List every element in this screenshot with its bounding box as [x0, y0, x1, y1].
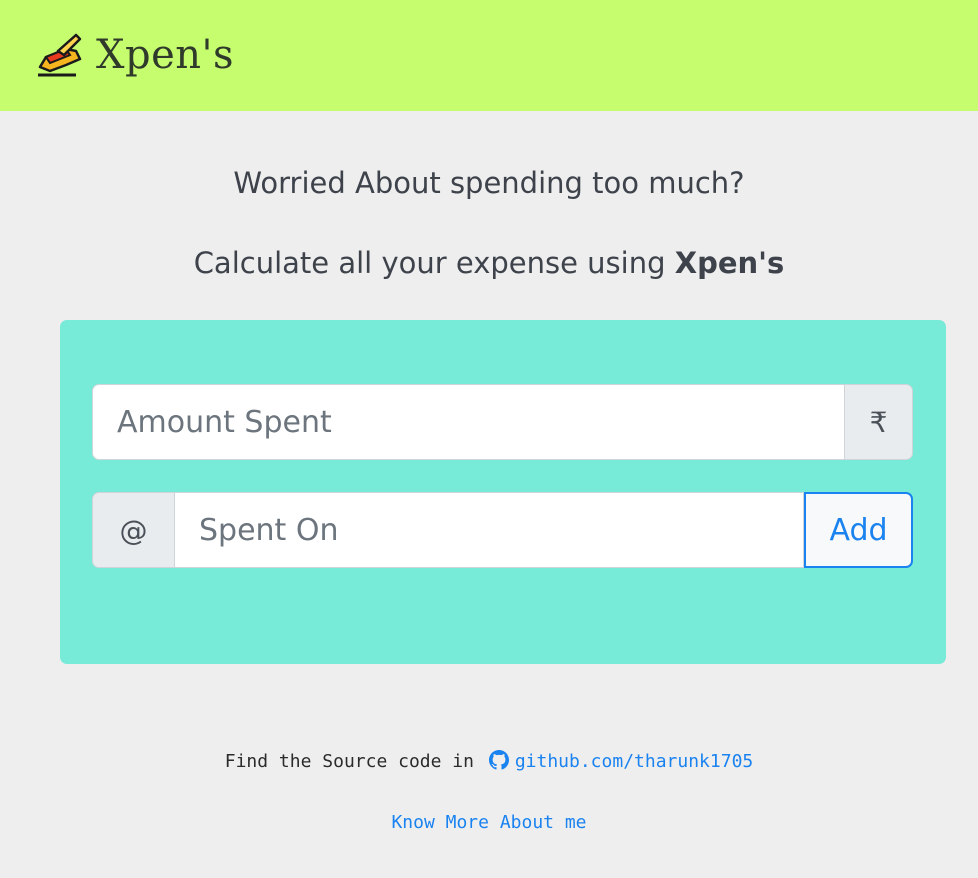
github-icon: [488, 750, 509, 770]
tagline-brand: Xpen's: [674, 246, 785, 280]
know-more-link[interactable]: Know More About me: [391, 812, 586, 833]
add-button[interactable]: Add: [804, 492, 913, 568]
source-code-line: Find the Source code in github.com/tharu…: [0, 750, 978, 772]
hero-question: Worried About spending too much?: [233, 166, 745, 200]
github-link[interactable]: github.com/tharunk1705: [515, 751, 753, 772]
hero-tagline: Calculate all your expense using Xpen's: [0, 246, 978, 280]
about-line: Know More About me: [0, 812, 978, 833]
brand-link[interactable]: Xpen's: [36, 30, 234, 80]
brand-name: Xpen's: [96, 32, 235, 78]
writing-hand-icon: [38, 33, 82, 77]
at-addon: @: [92, 492, 174, 568]
amount-spent-input[interactable]: [92, 384, 845, 460]
spent-on-input-group: @ Add: [92, 492, 913, 568]
rupee-addon: ₹: [845, 384, 913, 460]
amount-input-group: ₹: [92, 384, 913, 460]
top-navbar: Xpen's: [0, 0, 978, 111]
expense-form-card: ₹ @ Add: [60, 320, 946, 664]
tagline-text: Calculate all your expense using: [193, 246, 675, 280]
source-code-text: Find the Source code in: [224, 751, 474, 772]
spent-on-input[interactable]: [174, 492, 804, 568]
